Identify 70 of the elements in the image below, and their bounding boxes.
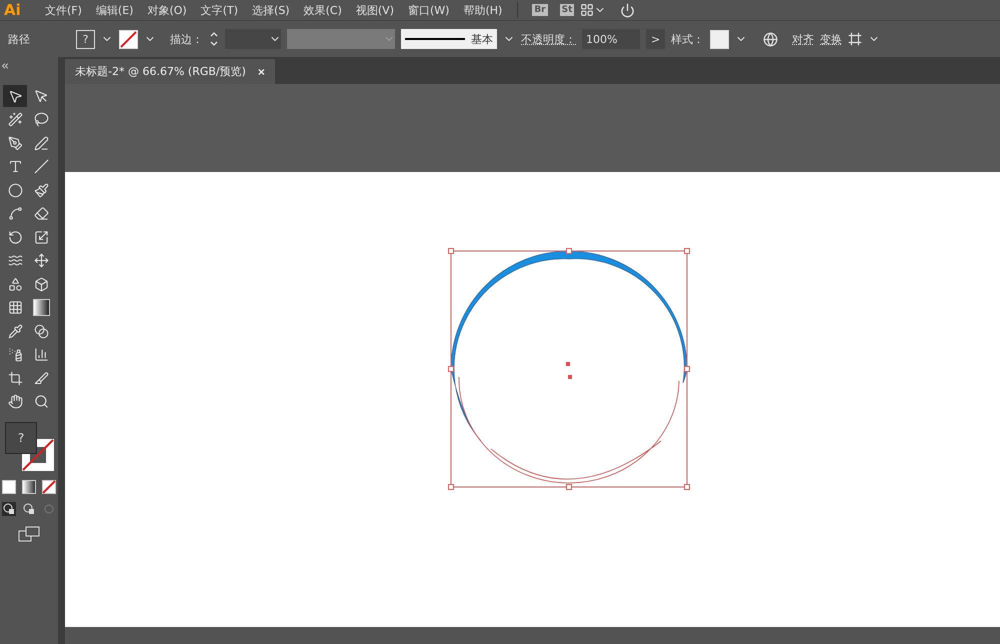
paintbrush-icon bbox=[34, 182, 48, 198]
grid-icon bbox=[8, 300, 22, 315]
stroke-label: 描边： bbox=[170, 32, 203, 46]
pointer-icon bbox=[34, 88, 48, 104]
draw-mode-icon[interactable] bbox=[2, 502, 16, 516]
move-arrows-icon bbox=[34, 253, 48, 268]
style-label: 样式： bbox=[671, 32, 704, 46]
menu-item[interactable]: 文字(T) bbox=[194, 2, 246, 18]
stock-badge[interactable]: St bbox=[560, 4, 574, 16]
power-icon[interactable] bbox=[620, 2, 636, 18]
selection-label: 路径 bbox=[8, 32, 30, 46]
curve-icon bbox=[8, 206, 22, 221]
gradient-square-icon bbox=[32, 299, 50, 316]
collapse-icon[interactable] bbox=[0, 61, 10, 71]
document-title: 未标题-2* @ 66.67% (RGB/预览) bbox=[75, 64, 246, 79]
menu-item[interactable]: 对象(O) bbox=[140, 2, 194, 18]
brush-dropdown[interactable]: 基本 bbox=[401, 29, 497, 49]
none-swatch[interactable] bbox=[42, 480, 56, 494]
eyedropper-icon bbox=[8, 324, 22, 338]
letter-t-icon bbox=[8, 159, 22, 174]
blend-circles-icon bbox=[34, 324, 48, 338]
arrow-pointer-icon bbox=[8, 88, 22, 104]
menu-item[interactable]: 视图(V) bbox=[348, 2, 401, 18]
spray-can-icon bbox=[8, 347, 22, 362]
tool-button[interactable] bbox=[3, 85, 27, 107]
draw-mode-icon[interactable] bbox=[22, 502, 36, 516]
crop-icon bbox=[8, 370, 22, 386]
menu-item[interactable]: 帮助(H) bbox=[456, 2, 510, 18]
menu-item[interactable]: 选择(S) bbox=[245, 2, 297, 18]
wave-icon bbox=[8, 253, 22, 268]
close-button[interactable]: × bbox=[258, 64, 265, 78]
scale-icon bbox=[34, 230, 48, 244]
menu-item[interactable]: 效果(C) bbox=[296, 2, 349, 18]
menu-item[interactable]: 编辑(E) bbox=[88, 2, 140, 18]
eraser-icon bbox=[34, 206, 48, 221]
ellipse-icon bbox=[8, 182, 22, 198]
rotate-icon bbox=[8, 230, 22, 244]
lasso-icon bbox=[34, 112, 48, 127]
style-swatch[interactable] bbox=[710, 30, 730, 48]
shapes-icon bbox=[8, 276, 22, 292]
spinner-icon[interactable] bbox=[209, 30, 219, 48]
menu-item[interactable]: 文件(F) bbox=[38, 2, 89, 18]
gradient-swatch[interactable] bbox=[22, 480, 36, 494]
layout-icon[interactable] bbox=[580, 3, 594, 17]
knife-icon bbox=[34, 370, 48, 386]
opacity-field[interactable]: 100% bbox=[582, 29, 640, 49]
bridge-badge[interactable]: Br bbox=[532, 4, 548, 16]
pen-line-icon bbox=[34, 136, 48, 150]
cube-icon bbox=[34, 276, 48, 292]
opacity-link[interactable]: 不透明度： bbox=[521, 32, 576, 46]
fill-swatch[interactable]: ? bbox=[5, 422, 37, 454]
search-icon bbox=[34, 394, 48, 409]
opacity-more-button[interactable]: > bbox=[646, 29, 666, 49]
document-tab[interactable]: 未标题-2* @ 66.67% (RGB/预览) × bbox=[65, 59, 275, 84]
align-link[interactable]: 对齐 bbox=[792, 32, 814, 46]
bar-chart-icon bbox=[34, 347, 48, 362]
transform-link[interactable]: 变换 bbox=[820, 32, 842, 46]
fill-swatch[interactable]: ? bbox=[76, 30, 95, 48]
bounding-box[interactable] bbox=[448, 248, 690, 490]
globe-icon[interactable] bbox=[763, 32, 778, 46]
screen-mode-icon[interactable] bbox=[18, 526, 40, 542]
stroke-swatch[interactable] bbox=[119, 30, 138, 48]
color-swatch[interactable] bbox=[2, 480, 16, 494]
magic-wand-icon bbox=[8, 112, 22, 127]
transform-icon[interactable] bbox=[848, 32, 862, 46]
menu-item[interactable]: 窗口(W) bbox=[400, 2, 456, 18]
slash-line-icon bbox=[34, 159, 48, 174]
app-logo: Ai bbox=[3, 1, 22, 19]
hand-icon bbox=[8, 394, 22, 409]
pen-nib-icon bbox=[8, 136, 22, 150]
